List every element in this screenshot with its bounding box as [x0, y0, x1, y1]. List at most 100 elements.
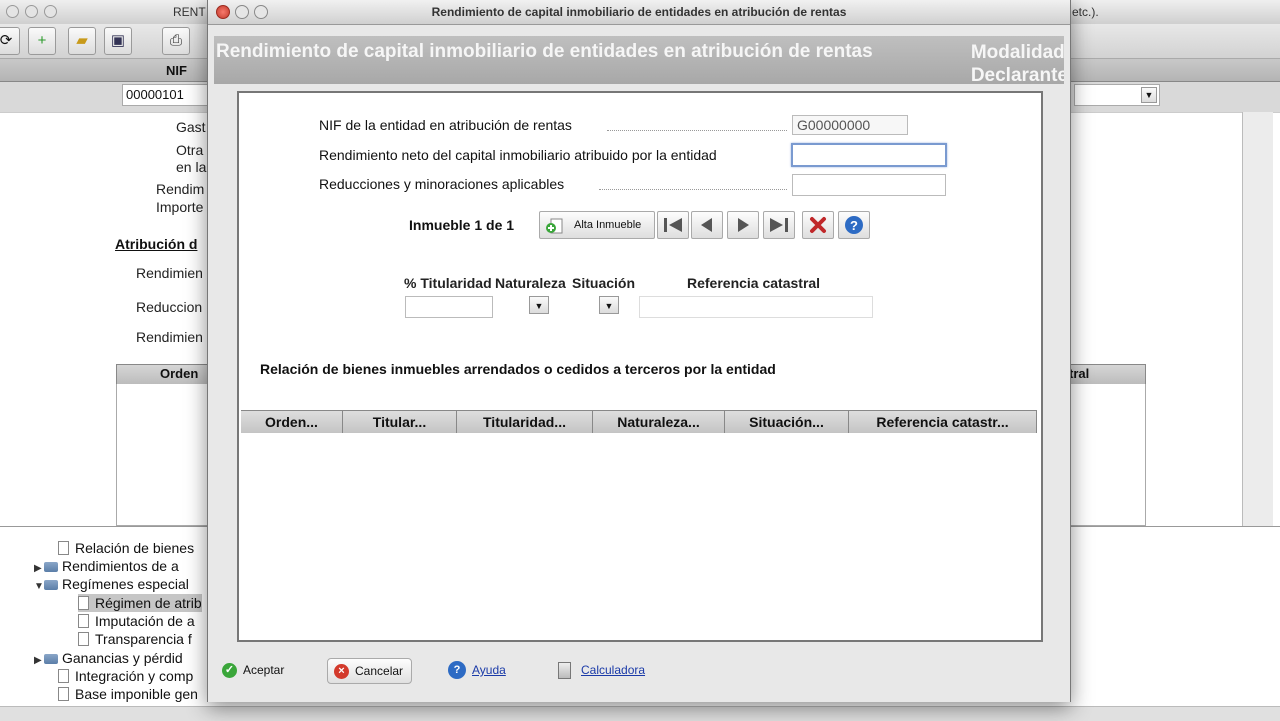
leader-dots [607, 130, 787, 131]
calculadora-label: Calculadora [581, 663, 646, 677]
previous-record-icon [701, 218, 712, 232]
tree-item[interactable]: Relación de bienes [58, 539, 194, 557]
background-window-title: RENT [173, 5, 206, 19]
folder-icon [44, 654, 58, 664]
column-header-titularidad[interactable]: Titularidad... [457, 411, 593, 433]
checkmark-icon: ✓ [222, 662, 237, 678]
declarante-label: Declarante [970, 65, 1064, 84]
reducciones-label: Reducciones y minoraciones aplicables [319, 176, 565, 192]
background-window-title-suffix: etc.). [1072, 5, 1099, 19]
folder-icon [44, 562, 58, 572]
help-icon: ? [845, 216, 863, 234]
aceptar-label: Aceptar [243, 663, 285, 677]
help-record-button[interactable]: ? [838, 211, 870, 239]
cancel-icon: × [334, 663, 349, 679]
cancelar-button[interactable]: × Cancelar [327, 658, 413, 684]
relacion-table-header: Orden... Titular... Titularidad... Natur… [241, 410, 1037, 434]
aceptar-button[interactable]: ✓ Aceptar [222, 658, 284, 682]
calculadora-link[interactable]: Calculadora [558, 658, 645, 682]
tree-item-selected[interactable]: Régimen de atrib [78, 594, 202, 612]
column-header-situacion[interactable]: Situación... [725, 411, 849, 433]
document-icon [78, 596, 89, 610]
chevron-down-icon[interactable]: ▼ [1141, 87, 1157, 103]
alta-inmueble-button[interactable]: Alta Inmueble [539, 211, 655, 239]
tree-item[interactable]: Imputación de a [78, 612, 195, 630]
relacion-table-body [241, 433, 1037, 636]
disclosure-right-icon[interactable]: ▶ [34, 652, 44, 670]
titularidad-field[interactable] [405, 296, 493, 318]
tree-item[interactable]: ▼ Regímenes especial [34, 575, 189, 593]
print-icon[interactable]: ⎙ [162, 27, 190, 55]
dialog-header-title: Rendimiento de capital inmobiliario de e… [216, 41, 873, 62]
next-record-button[interactable] [727, 211, 759, 239]
background-close-button[interactable] [6, 5, 19, 18]
nif-entidad-label: NIF de la entidad en atribución de renta… [319, 117, 572, 133]
background-horizontal-scrollbar[interactable] [0, 706, 1280, 721]
document-icon [78, 614, 89, 628]
background-dropdown[interactable]: ▼ [1074, 84, 1160, 106]
background-zoom-button[interactable] [44, 5, 57, 18]
folder-icon [44, 580, 58, 590]
column-header-referencia-catastral[interactable]: Referencia catastr... [849, 411, 1037, 433]
background-table-col-catastral[interactable]: tral [1069, 366, 1089, 381]
background-vertical-scrollbar[interactable] [1242, 112, 1273, 526]
open-folder-icon[interactable]: ▰ [68, 27, 96, 55]
background-label: Rendimien [136, 329, 203, 345]
tree-item[interactable]: Base imponible gen [58, 685, 198, 703]
nif-entidad-field[interactable] [792, 115, 908, 135]
chevron-down-icon: ▼ [604, 301, 614, 311]
column-header-orden[interactable]: Orden... [241, 411, 343, 433]
referencia-catastral-field[interactable] [639, 296, 873, 318]
save-icon[interactable]: ▣ [104, 27, 132, 55]
titularidad-column-label: % Titularidad [404, 275, 492, 291]
situacion-select[interactable]: ▼ [599, 296, 619, 314]
background-table-col-orden[interactable]: Orden [160, 366, 198, 381]
last-record-icon [770, 218, 788, 232]
situacion-column-label: Situación [572, 275, 636, 291]
next-record-icon [738, 218, 749, 232]
delete-icon [810, 217, 826, 233]
new-document-icon[interactable]: + [28, 27, 56, 55]
background-label: Gast [176, 119, 206, 135]
naturaleza-select[interactable]: ▼ [529, 296, 549, 314]
modalidad-label: Modalidad [970, 42, 1064, 63]
document-icon [78, 632, 89, 646]
last-record-button[interactable] [763, 211, 795, 239]
dialog-window-title: Rendimiento de capital inmobiliario de e… [431, 5, 847, 19]
column-header-titular[interactable]: Titular... [343, 411, 457, 433]
tree-item[interactable]: ▶ Rendimientos de a [34, 557, 179, 575]
reducciones-field[interactable] [792, 174, 946, 196]
tree-item[interactable]: Transparencia f [78, 630, 192, 648]
background-label: Otra [176, 142, 204, 158]
help-icon: ? [448, 661, 466, 679]
ayuda-link[interactable]: ? Ayuda [448, 658, 506, 682]
background-minimize-button[interactable] [25, 5, 38, 18]
background-label: en la [176, 159, 207, 175]
tree-item[interactable]: Integración y comp [58, 667, 193, 685]
background-section-title: Atribución d [115, 236, 198, 252]
background-nif-field[interactable]: 00000101 [122, 84, 217, 106]
dialog-titlebar: Rendimiento de capital inmobiliario de e… [208, 0, 1070, 25]
document-icon [58, 687, 69, 701]
document-icon [58, 541, 69, 555]
dialog-form-panel: NIF de la entidad en atribución de renta… [237, 91, 1043, 642]
refresh-icon[interactable]: ⟳ [0, 27, 20, 55]
background-label: Rendim [156, 181, 205, 197]
previous-record-button[interactable] [691, 211, 723, 239]
disclosure-down-icon[interactable]: ▼ [34, 578, 44, 596]
tree-item[interactable]: ▶ Ganancias y pérdid [34, 649, 183, 667]
first-record-button[interactable] [657, 211, 689, 239]
dialog-header-modalidad: Modalidad Declarante [971, 41, 1064, 84]
dialog-header-banner: Rendimiento de capital inmobiliario de e… [214, 36, 1064, 84]
calculator-icon [558, 661, 571, 679]
delete-record-button[interactable] [802, 211, 834, 239]
rendimiento-neto-field[interactable] [791, 143, 947, 167]
background-label: Reduccion [136, 299, 203, 315]
dialog-window: Rendimiento de capital inmobiliario de e… [207, 0, 1071, 702]
svg-text:?: ? [850, 218, 858, 233]
column-header-naturaleza[interactable]: Naturaleza... [593, 411, 725, 433]
background-label: Rendimien [136, 265, 203, 281]
referencia-column-label: Referencia catastral [687, 275, 821, 291]
background-window-controls [6, 5, 63, 21]
document-icon [58, 669, 69, 683]
